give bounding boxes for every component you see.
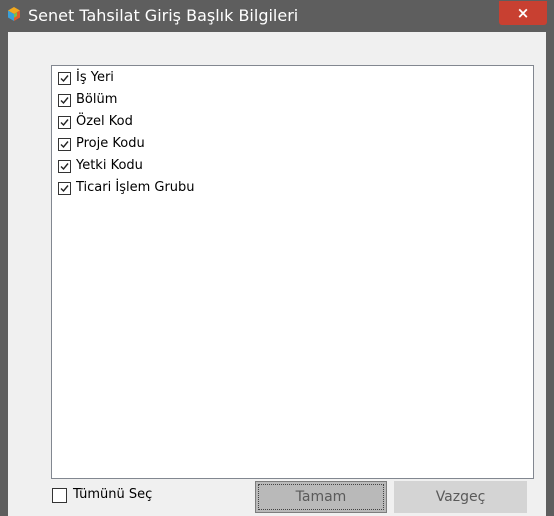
list-item-proje-kodu[interactable]: Proje Kodu (58, 133, 145, 155)
cancel-button[interactable]: Vazgeç (394, 481, 527, 513)
list-item-label: Özel Kod (76, 114, 133, 129)
checkbox-unchecked-icon[interactable] (52, 487, 67, 503)
list-item-label: Proje Kodu (76, 136, 145, 151)
list-item-ozel-kod[interactable]: Özel Kod (58, 111, 133, 133)
list-item-is-yeri[interactable]: İş Yeri (58, 67, 114, 89)
list-item-label: İş Yeri (76, 70, 114, 85)
select-all-checkbox[interactable]: Tümünü Seç (52, 485, 152, 505)
ok-button[interactable]: Tamam (255, 481, 387, 513)
list-item-label: Bölüm (76, 92, 118, 107)
list-item-label: Ticari İşlem Grubu (76, 180, 195, 195)
list-item-bolum[interactable]: Bölüm (58, 89, 117, 111)
window-frame-right (546, 32, 554, 516)
field-checklist[interactable]: İş Yeri Bölüm Özel Kod Proje Kodu Yetki … (51, 65, 534, 479)
close-button[interactable]: × (499, 1, 547, 25)
window-title: Senet Tahsilat Giriş Başlık Bilgileri (28, 6, 299, 25)
checkbox-checked-icon[interactable] (58, 93, 71, 107)
focus-rect (258, 484, 384, 510)
select-all-label: Tümünü Seç (73, 487, 153, 502)
checkbox-checked-icon[interactable] (58, 159, 71, 173)
list-item-label: Yetki Kodu (76, 158, 143, 173)
close-icon: × (516, 4, 530, 22)
app-logo-icon (6, 6, 22, 22)
list-item-yetki-kodu[interactable]: Yetki Kodu (58, 155, 143, 177)
list-item-ticari-islem-grubu[interactable]: Ticari İşlem Grubu (58, 177, 195, 199)
window-frame-left (0, 32, 8, 516)
cancel-button-label: Vazgeç (435, 489, 486, 505)
dialog-body: İş Yeri Bölüm Özel Kod Proje Kodu Yetki … (8, 32, 546, 516)
title-bar[interactable]: Senet Tahsilat Giriş Başlık Bilgileri × (0, 0, 554, 32)
checkbox-checked-icon[interactable] (58, 115, 71, 129)
checkbox-checked-icon[interactable] (58, 181, 71, 195)
checkbox-checked-icon[interactable] (58, 71, 71, 85)
checkbox-checked-icon[interactable] (58, 137, 71, 151)
